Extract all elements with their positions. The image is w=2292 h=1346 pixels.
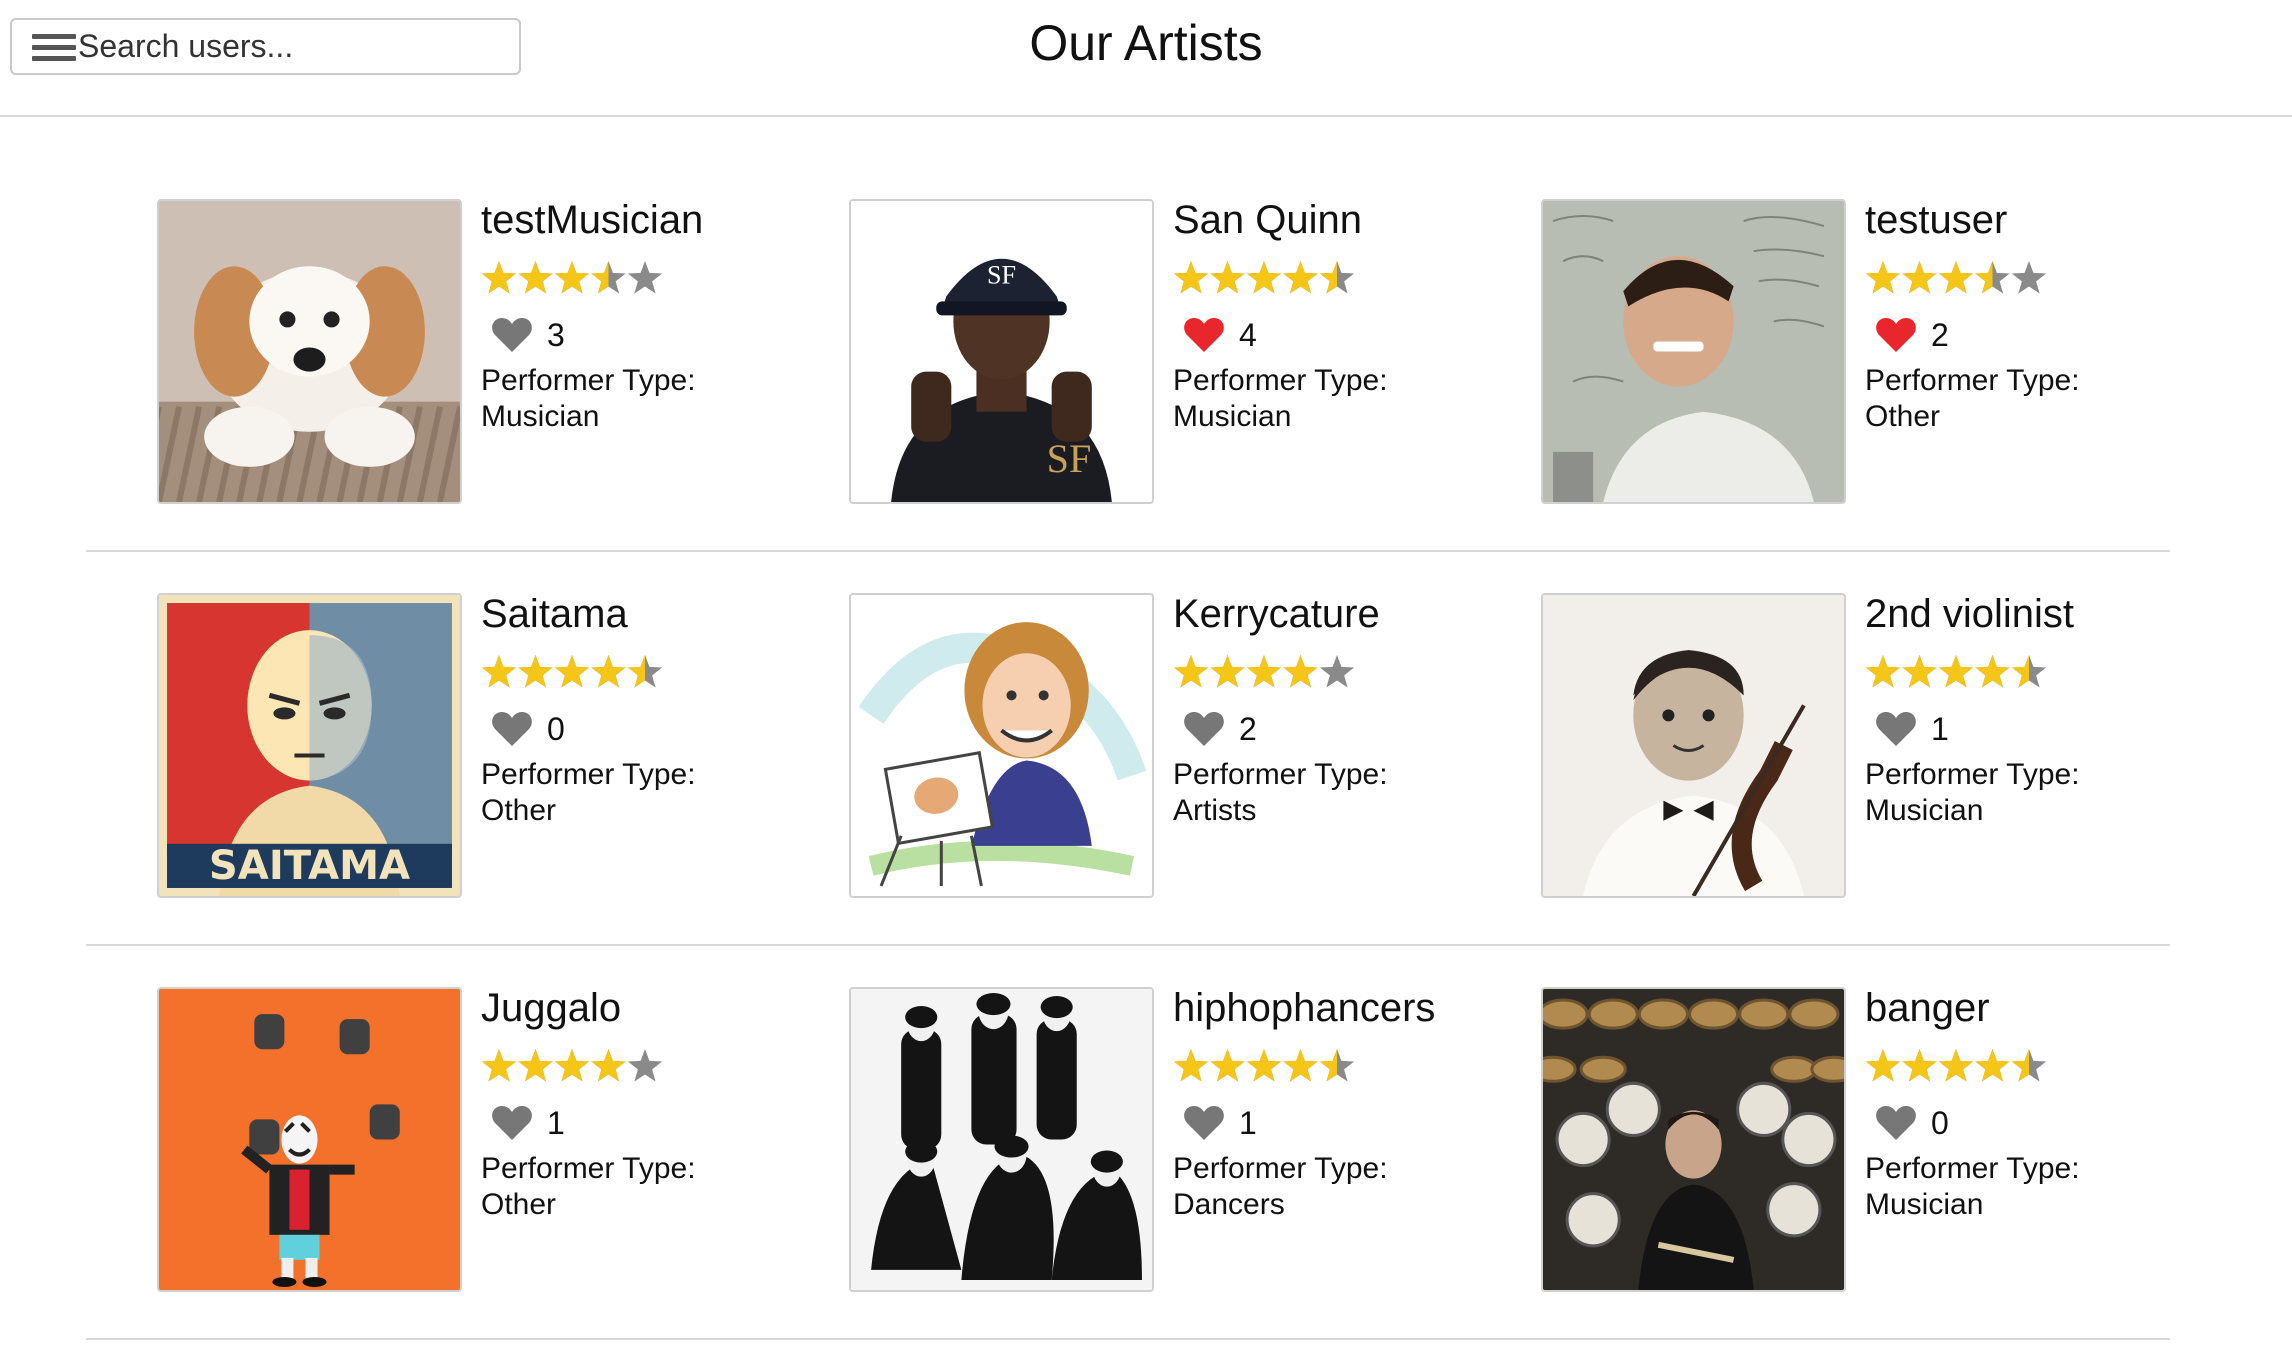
- likes-row: 1: [481, 1103, 821, 1143]
- like-count: 1: [1239, 1104, 1257, 1141]
- artist-name[interactable]: Juggalo: [481, 985, 821, 1031]
- artist-name[interactable]: 2nd violinist: [1865, 591, 2205, 637]
- artist-name[interactable]: banger: [1865, 985, 2205, 1031]
- artist-card[interactable]: Juggalo 1 Performer Type: Other: [157, 986, 817, 1292]
- performer-type-label: Performer Type:: [1865, 364, 2080, 397]
- artist-name[interactable]: Kerrycature: [1173, 591, 1513, 637]
- artist-name[interactable]: hiphophancers: [1173, 985, 1513, 1031]
- svg-text:SF: SF: [1047, 436, 1092, 481]
- svg-text:SAITAMA: SAITAMA: [209, 843, 410, 889]
- like-count: 0: [547, 710, 565, 747]
- artist-photo[interactable]: [849, 987, 1154, 1292]
- likes-row: 2: [1865, 315, 2205, 355]
- like-count: 1: [1931, 710, 1949, 747]
- artist-photo[interactable]: [1541, 199, 1846, 504]
- performer-type-value: Dancers: [1173, 1188, 1285, 1221]
- likes-row: 0: [1865, 1103, 2205, 1143]
- rating-stars: [1865, 1045, 2205, 1089]
- likes-row: 0: [481, 709, 821, 749]
- rating-stars: [1173, 257, 1513, 301]
- artist-card[interactable]: testuser 2 Performer Type: Other: [1541, 198, 2201, 504]
- performer-type-label: Performer Type:: [1173, 1152, 1388, 1185]
- artist-photo[interactable]: SF SF: [849, 199, 1154, 504]
- like-count: 4: [1239, 316, 1257, 353]
- artist-card[interactable]: testMusician 3 Performer Type: Musician: [157, 198, 817, 504]
- performer-type-value: Musician: [1865, 1188, 1984, 1221]
- performer-type-label: Performer Type:: [481, 758, 696, 791]
- artist-photo[interactable]: [849, 593, 1154, 898]
- like-count: 1: [547, 1104, 565, 1141]
- row-divider: [86, 944, 2170, 946]
- performer-type-value: Musician: [1865, 794, 1984, 827]
- rating-stars: [1865, 257, 2205, 301]
- heart-icon[interactable]: [1875, 316, 1917, 354]
- artist-name[interactable]: Saitama: [481, 591, 821, 637]
- artist-card[interactable]: 2nd violinist 1 Performer Type: Musician: [1541, 592, 2201, 898]
- artist-name[interactable]: testuser: [1865, 197, 2205, 243]
- artist-photo[interactable]: [157, 987, 462, 1292]
- performer-type-value: Artists: [1173, 794, 1257, 827]
- artist-name[interactable]: testMusician: [481, 197, 821, 243]
- performer-type-value: Other: [481, 794, 557, 827]
- artist-photo[interactable]: [1541, 593, 1846, 898]
- like-count: 2: [1239, 710, 1257, 747]
- rating-stars: [481, 651, 821, 695]
- likes-row: 1: [1865, 709, 2205, 749]
- performer-type-label: Performer Type:: [1173, 758, 1388, 791]
- performer-type-label: Performer Type:: [1173, 364, 1388, 397]
- artist-photo[interactable]: [157, 199, 462, 504]
- heart-icon[interactable]: [491, 316, 533, 354]
- search-box[interactable]: [10, 18, 521, 75]
- rating-stars: [481, 1045, 821, 1089]
- performer-type-label: Performer Type:: [481, 1152, 696, 1185]
- likes-row: 1: [1173, 1103, 1513, 1143]
- heart-icon[interactable]: [1183, 1104, 1225, 1142]
- performer-type-label: Performer Type:: [1865, 1152, 2080, 1185]
- row-divider: [86, 1338, 2170, 1340]
- artist-card[interactable]: banger 0 Performer Type: Musician: [1541, 986, 2201, 1292]
- performer-type-value: Other: [481, 1188, 557, 1221]
- heart-icon[interactable]: [491, 710, 533, 748]
- like-count: 0: [1931, 1104, 1949, 1141]
- artist-name[interactable]: San Quinn: [1173, 197, 1513, 243]
- svg-text:SF: SF: [987, 260, 1016, 289]
- artist-photo[interactable]: [1541, 987, 1846, 1292]
- artist-card[interactable]: SF SF San Quinn 4 Performer Type: Musicia…: [849, 198, 1509, 504]
- heart-icon[interactable]: [1183, 316, 1225, 354]
- search-input[interactable]: [76, 21, 516, 72]
- performer-type-label: Performer Type:: [1865, 758, 2080, 791]
- artist-card[interactable]: hiphophancers 1 Performer Type: Dancers: [849, 986, 1509, 1292]
- artist-card[interactable]: SAITAMA Saitama 0 Performer Type: Other: [157, 592, 817, 898]
- rating-stars: [481, 257, 821, 301]
- heart-icon[interactable]: [491, 1104, 533, 1142]
- rating-stars: [1173, 1045, 1513, 1089]
- artist-photo[interactable]: SAITAMA: [157, 593, 462, 898]
- row-divider: [86, 550, 2170, 552]
- artist-card[interactable]: Kerrycature 2 Performer Type: Artists: [849, 592, 1509, 898]
- likes-row: 4: [1173, 315, 1513, 355]
- performer-type-value: Musician: [1173, 400, 1292, 433]
- like-count: 2: [1931, 316, 1949, 353]
- rating-stars: [1173, 651, 1513, 695]
- menu-icon[interactable]: [32, 33, 76, 61]
- performer-type-value: Musician: [481, 400, 600, 433]
- like-count: 3: [547, 316, 565, 353]
- heart-icon[interactable]: [1183, 710, 1225, 748]
- heart-icon[interactable]: [1875, 710, 1917, 748]
- likes-row: 2: [1173, 709, 1513, 749]
- heart-icon[interactable]: [1875, 1104, 1917, 1142]
- performer-type-value: Other: [1865, 400, 1941, 433]
- performer-type-label: Performer Type:: [481, 364, 696, 397]
- likes-row: 3: [481, 315, 821, 355]
- top-bar: Our Artists: [0, 0, 2292, 117]
- rating-stars: [1865, 651, 2205, 695]
